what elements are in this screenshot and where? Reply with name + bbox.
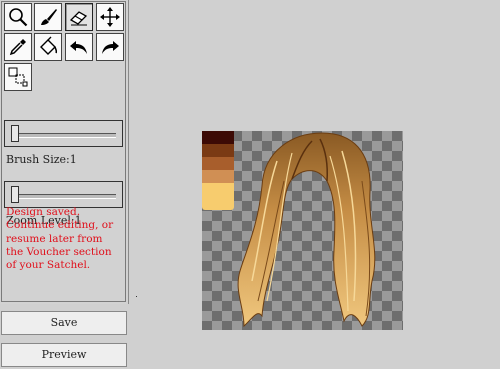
drawing-canvas[interactable] xyxy=(202,131,403,330)
magnifier-icon xyxy=(9,8,28,27)
eyedropper-tool-button[interactable] xyxy=(4,33,32,61)
slider-track xyxy=(11,133,116,138)
status-message-line: the Voucher section xyxy=(6,245,112,258)
paint-bucket-icon xyxy=(40,36,58,55)
eyedropper-icon xyxy=(9,39,26,56)
fill-tool-button[interactable] xyxy=(34,33,62,61)
status-message: Design saved. Continue editing, or resum… xyxy=(6,206,124,272)
brush-tool-button[interactable] xyxy=(34,3,62,31)
status-message-line: of your Satchel. xyxy=(6,259,91,272)
brush-size-label: Brush Size:1 xyxy=(6,153,77,166)
slider-track xyxy=(11,194,116,199)
status-message-line: Design saved. xyxy=(6,206,81,218)
hair-artwork xyxy=(237,132,376,328)
brush-icon xyxy=(41,9,57,25)
eraser-tool-button[interactable] xyxy=(65,3,93,31)
move-arrows-icon xyxy=(100,7,120,27)
stray-pixel xyxy=(136,296,137,297)
slider-thumb[interactable] xyxy=(11,125,19,142)
undo-arrow-icon xyxy=(70,41,87,54)
preview-button[interactable]: Preview xyxy=(1,343,127,367)
zoom-tool-button[interactable] xyxy=(4,3,32,31)
move-tool-button[interactable] xyxy=(96,3,124,31)
save-button[interactable]: Save xyxy=(1,311,127,335)
redo-tool-button[interactable] xyxy=(96,33,124,61)
slider-thumb[interactable] xyxy=(11,186,19,203)
brush-size-slider[interactable] xyxy=(4,120,123,147)
eraser-icon xyxy=(69,11,88,26)
zoom-level-slider[interactable] xyxy=(4,181,123,208)
redo-arrow-icon xyxy=(102,41,119,54)
undo-tool-button[interactable] xyxy=(65,33,93,61)
status-message-line: resume later from xyxy=(6,232,103,245)
status-message-line: Continue editing, or xyxy=(6,219,114,232)
selection-icon xyxy=(8,67,28,87)
select-tool-button[interactable] xyxy=(4,63,32,91)
tool-panel: Brush Size:1 Zoom Level:1 Design saved. … xyxy=(0,0,129,304)
